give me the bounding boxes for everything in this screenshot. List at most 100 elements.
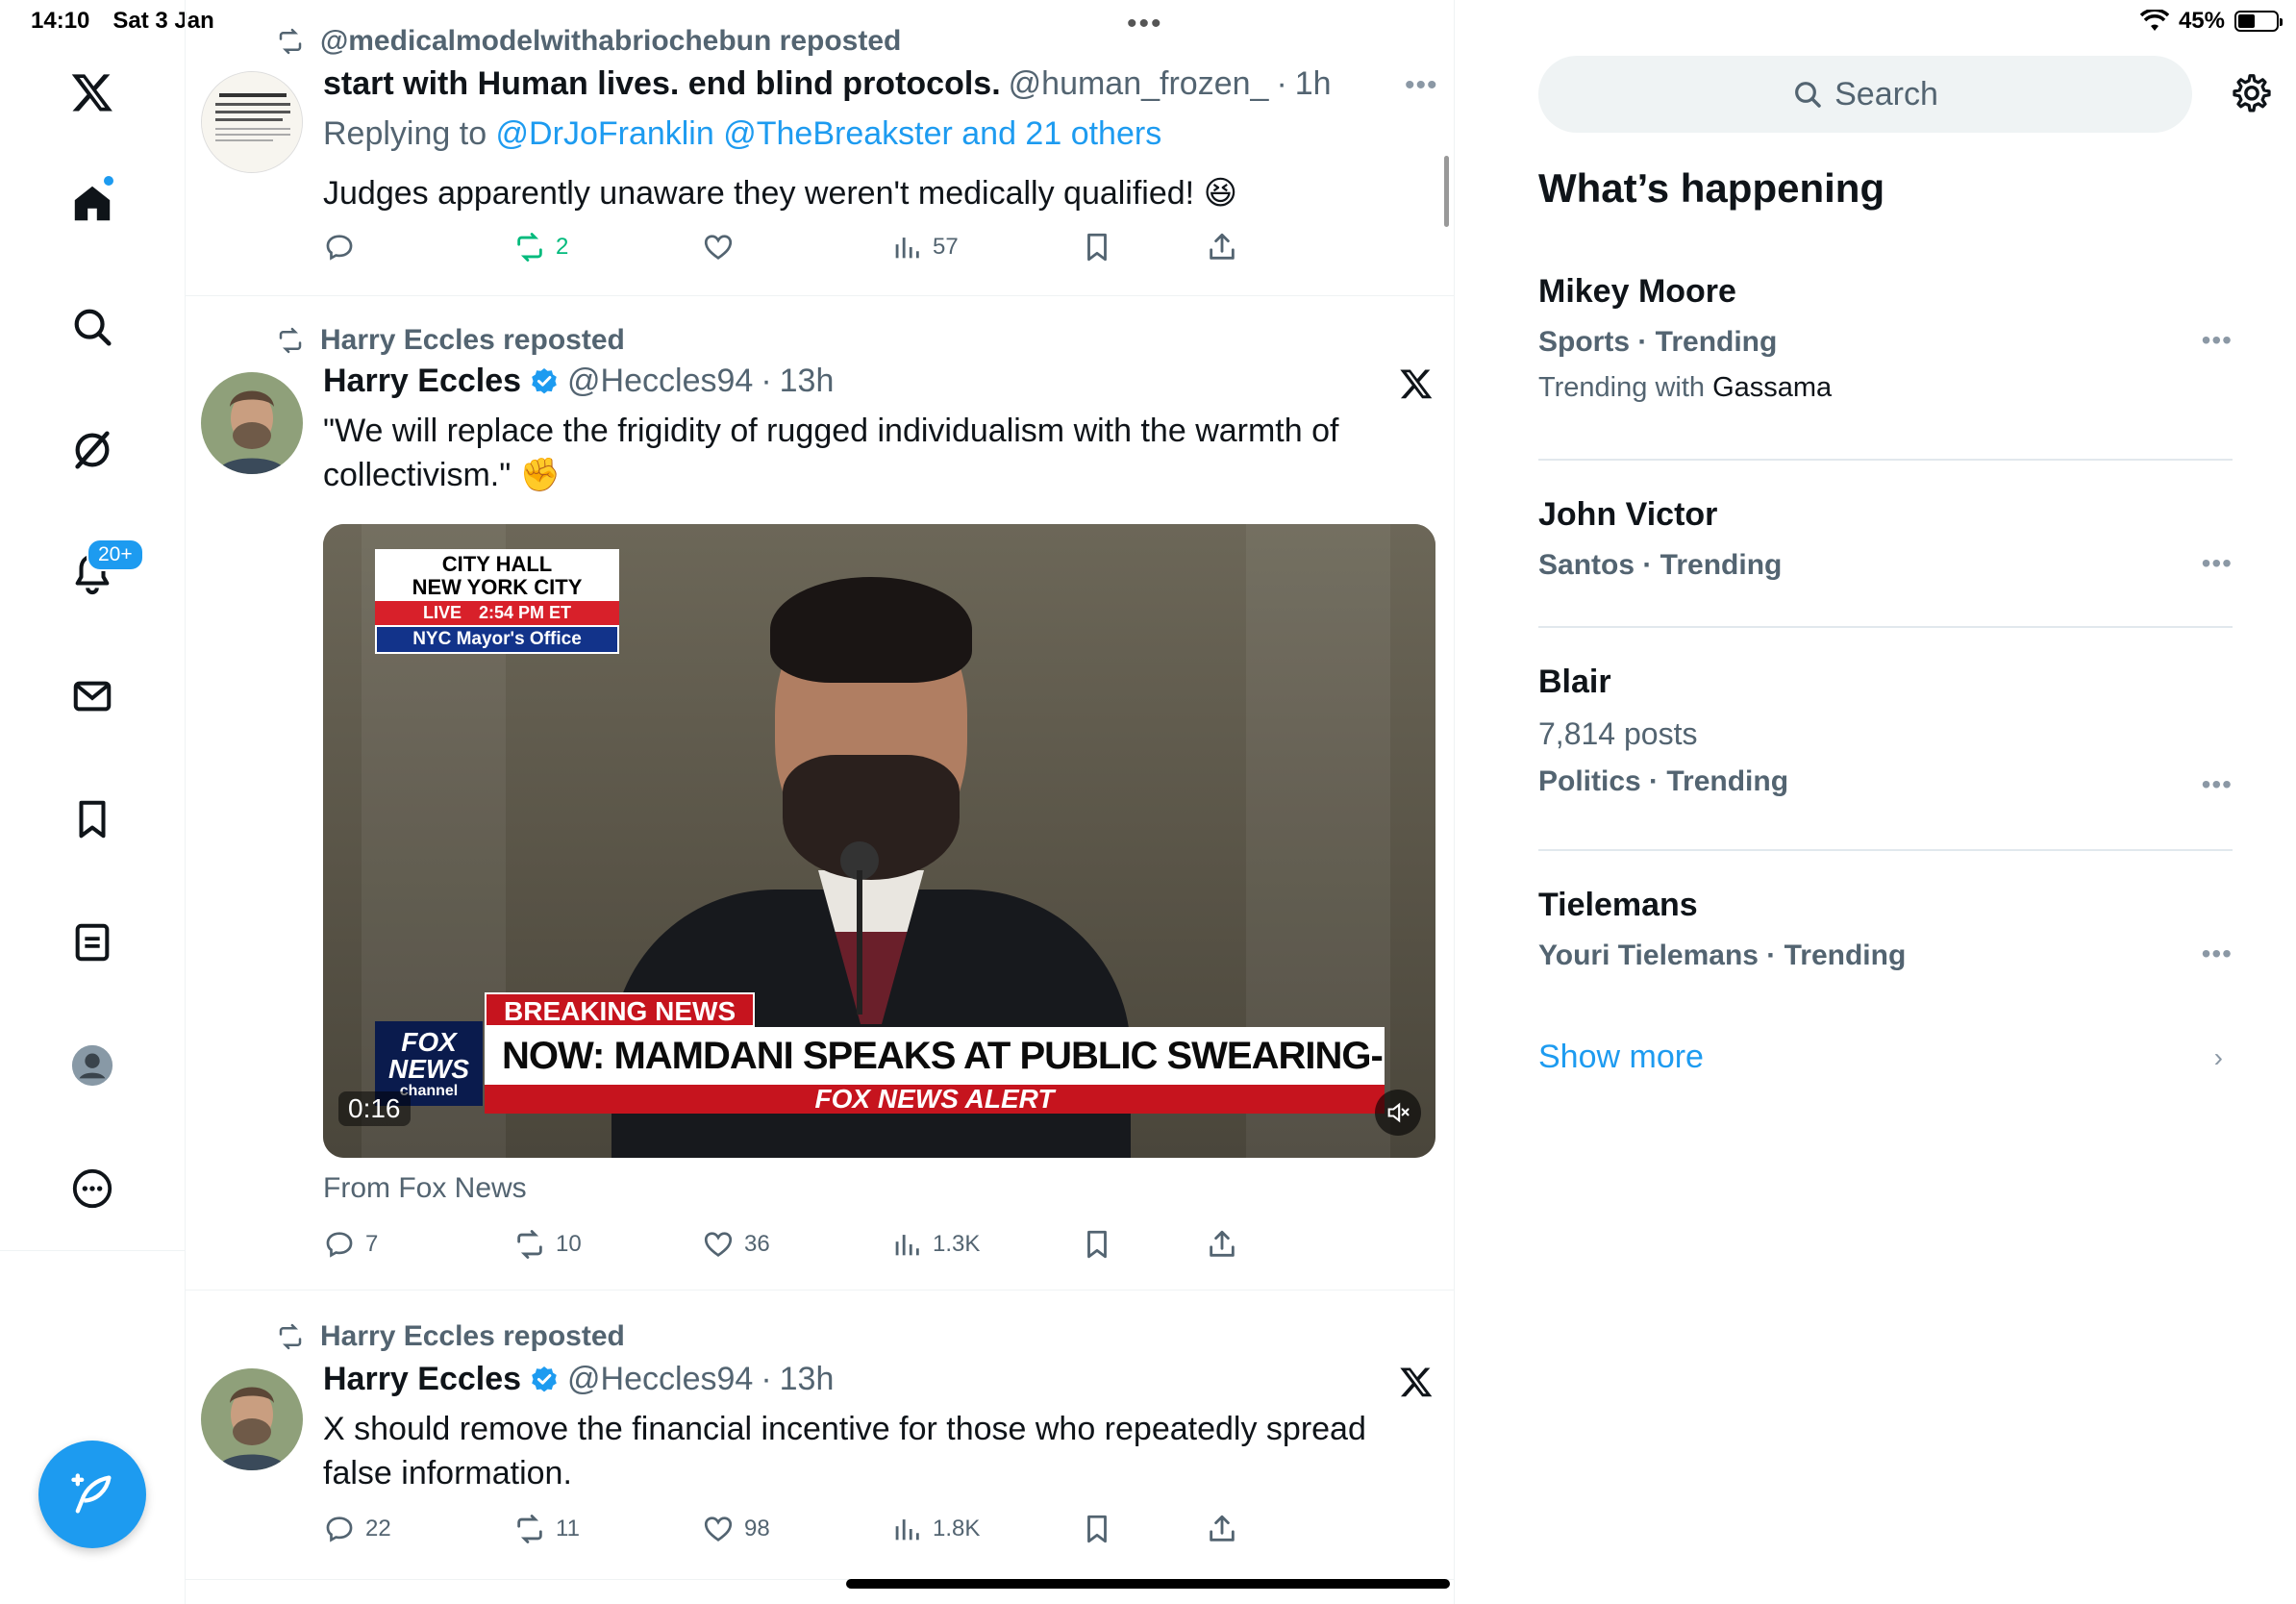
- views-button[interactable]: 1.3K: [890, 1228, 980, 1261]
- post-3[interactable]: Harry Eccles reposted Harry Eccles @Hecc…: [186, 1291, 1455, 1580]
- lists-icon[interactable]: [62, 912, 123, 973]
- news-headline: NOW: MAMDANI SPEAKS AT PUBLIC SWEARING-I…: [485, 1027, 1385, 1085]
- post-header: Harry Eccles @Heccles94 · 13h: [323, 363, 834, 400]
- handle[interactable]: @human_frozen_: [1009, 65, 1269, 103]
- logo-line-2: NEWS: [388, 1054, 469, 1084]
- post-2[interactable]: Harry Eccles reposted Harry Eccles @Hecc…: [186, 297, 1455, 1291]
- trend-more-icon[interactable]: •••: [2202, 769, 2233, 800]
- show-more-label: Show more: [1538, 1039, 1704, 1075]
- repost-icon: [517, 233, 542, 262]
- post-time[interactable]: 1h: [1295, 65, 1332, 103]
- avatar[interactable]: [201, 372, 303, 474]
- trend-item[interactable]: Blair 7,814 posts Politics · Trending ••…: [1538, 664, 2233, 800]
- mute-button[interactable]: [1375, 1090, 1421, 1136]
- search-input[interactable]: Search: [1538, 56, 2192, 133]
- messages-icon[interactable]: [62, 665, 123, 727]
- avatar[interactable]: [201, 1368, 303, 1470]
- display-name[interactable]: Harry Eccles: [323, 1361, 521, 1398]
- bookmark-icon: [1087, 1515, 1107, 1543]
- bookmark-icon: [1087, 233, 1107, 262]
- share-icon: [1210, 1230, 1235, 1257]
- trend-title: Blair: [1538, 664, 1611, 700]
- share-button[interactable]: [1206, 1228, 1238, 1261]
- timeline-feed[interactable]: @medicalmodelwithabriochebun reposted st…: [186, 0, 1455, 1604]
- post-header: start with Human lives. end blind protoc…: [323, 65, 1332, 103]
- trend-meta: Politics · Trending: [1538, 765, 1789, 797]
- grok-icon[interactable]: [62, 419, 123, 481]
- bookmark-button[interactable]: [1081, 231, 1113, 263]
- replying-to-users[interactable]: @DrJoFranklin @TheBreakster and 21 other…: [496, 115, 1162, 152]
- share-icon: [1210, 1515, 1235, 1541]
- display-name[interactable]: Harry Eccles: [323, 363, 521, 400]
- views-chart-icon: [895, 1519, 919, 1541]
- x-logo-icon[interactable]: [1399, 366, 1434, 401]
- trend-item[interactable]: Mikey Moore Sports · Trending Trending w…: [1538, 273, 2233, 404]
- bookmarks-icon[interactable]: [62, 789, 123, 850]
- repost-button[interactable]: 10: [513, 1228, 582, 1261]
- video-player[interactable]: CITY HALL NEW YORK CITY LIVE 2:54 PM ET …: [323, 524, 1435, 1158]
- like-button[interactable]: 98: [702, 1513, 770, 1545]
- share-button[interactable]: [1206, 1513, 1238, 1545]
- post-more-icon[interactable]: •••: [1405, 69, 1438, 102]
- home-indicator[interactable]: [846, 1579, 1450, 1589]
- x-logo-icon[interactable]: [62, 62, 123, 123]
- post-time[interactable]: 13h: [780, 363, 835, 400]
- profile-avatar-icon[interactable]: [62, 1035, 123, 1096]
- like-button[interactable]: 36: [702, 1228, 770, 1261]
- handle[interactable]: @Heccles94: [567, 363, 753, 400]
- views-button[interactable]: 57: [890, 231, 959, 263]
- news-lower-third: FOX NEWS channel BREAKING NEWS NOW: MAMD…: [375, 992, 1385, 1114]
- trend-more-icon[interactable]: •••: [2202, 939, 2233, 969]
- trend-more-icon[interactable]: •••: [2202, 548, 2233, 579]
- bug-line-2: NEW YORK CITY: [412, 575, 583, 599]
- search-icon[interactable]: [62, 296, 123, 358]
- replying-to: Replying to @DrJoFranklin @TheBreakster …: [323, 115, 1161, 153]
- views-chart-icon: [895, 238, 919, 259]
- repost-by: Harry Eccles reposted: [320, 1320, 625, 1352]
- display-name[interactable]: start with Human lives. end blind protoc…: [323, 65, 1001, 103]
- more-options-icon[interactable]: [62, 1158, 123, 1219]
- repost-button[interactable]: 11: [513, 1513, 580, 1545]
- share-button[interactable]: [1206, 231, 1238, 263]
- repost-icon: [279, 327, 302, 354]
- trend-with: Trending with Gassama: [1538, 372, 2233, 404]
- views-button[interactable]: 1.8K: [890, 1513, 980, 1545]
- reply-button[interactable]: [323, 231, 356, 263]
- compose-post-button[interactable]: [38, 1441, 146, 1548]
- x-logo-icon[interactable]: [1399, 1365, 1434, 1399]
- bug-line-1: CITY HALL: [441, 552, 553, 576]
- gear-icon[interactable]: [2230, 71, 2274, 115]
- verified-badge-icon: [532, 1366, 557, 1391]
- video-source[interactable]: From Fox News: [323, 1172, 527, 1205]
- post-time[interactable]: 13h: [780, 1361, 835, 1398]
- bookmark-button[interactable]: [1081, 1228, 1113, 1261]
- bookmark-button[interactable]: [1081, 1513, 1113, 1545]
- whats-happening-heading: What’s happening: [1538, 165, 1885, 211]
- repost-icon: [517, 1230, 542, 1259]
- breaking-news-tag: BREAKING NEWS: [485, 992, 756, 1027]
- trend-item[interactable]: Tielemans Youri Tielemans · Trending •••: [1538, 887, 2233, 972]
- replying-to-prefix: Replying to: [323, 115, 496, 152]
- bug-office: NYC Mayor's Office: [375, 625, 619, 654]
- post-actions: 7 10 36 1.3K: [323, 1228, 1438, 1266]
- trend-meta: Sports · Trending: [1538, 326, 1778, 358]
- repost-button[interactable]: 2: [513, 231, 568, 263]
- post-text: "We will replace the frigidity of rugged…: [323, 413, 1339, 493]
- views-count: 57: [933, 234, 959, 260]
- reply-button[interactable]: 7: [323, 1228, 378, 1261]
- show-more-link[interactable]: Show more ›: [1538, 1039, 2233, 1076]
- like-button[interactable]: [702, 231, 735, 263]
- trend-more-icon[interactable]: •••: [2202, 325, 2233, 356]
- chevron-right-icon: ›: [2213, 1042, 2223, 1072]
- avatar[interactable]: [201, 71, 303, 173]
- post-1[interactable]: @medicalmodelwithabriochebun reposted st…: [186, 0, 1455, 296]
- handle[interactable]: @Heccles94: [567, 1361, 753, 1398]
- trend-meta: Santos · Trending: [1538, 549, 1783, 581]
- trend-meta: Youri Tielemans · Trending: [1538, 940, 1907, 971]
- trend-divider: [1538, 459, 2233, 461]
- views-count: 1.3K: [933, 1231, 981, 1257]
- trend-item[interactable]: John Victor Santos · Trending •••: [1538, 496, 2233, 582]
- feed-scrollbar[interactable]: [1444, 156, 1449, 227]
- location-bug: CITY HALL NEW YORK CITY LIVE 2:54 PM ET …: [375, 549, 619, 654]
- reply-button[interactable]: 22: [323, 1513, 391, 1545]
